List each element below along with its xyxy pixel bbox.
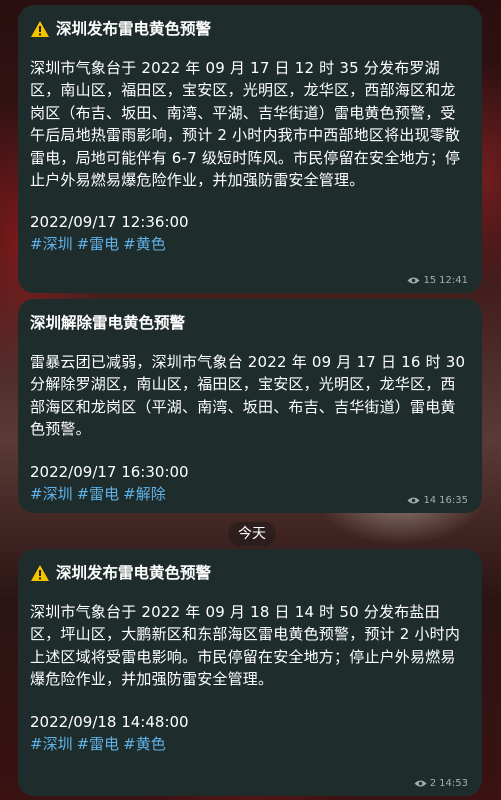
message-datetime: 2022/09/17 12:36:00: [30, 213, 189, 232]
hashtag-link[interactable]: #雷电: [77, 485, 120, 503]
message-body: 雷暴云团已减弱，深圳市气象台 2022 年 09 月 17 日 16 时 30 …: [30, 353, 466, 439]
message-tags: #深圳 #雷电 #黄色: [30, 733, 470, 755]
hashtag-link[interactable]: #黄色: [123, 735, 166, 753]
hashtag-link[interactable]: #黄色: [123, 235, 166, 253]
view-count: 15: [423, 275, 437, 286]
hashtag-link[interactable]: #解除: [123, 485, 166, 503]
message-body: 深圳市气象台于 2022 年 09 月 18 日 14 时 50 分发布盐田区，…: [30, 603, 461, 689]
message-title-3: 深圳发布雷电黄色预警: [30, 559, 470, 587]
hashtag-link[interactable]: #深圳: [30, 735, 73, 753]
message-title-text: 深圳解除雷电黄色预警: [30, 314, 186, 332]
message-meta: 15 12:41: [407, 275, 468, 286]
message-meta: 14 16:35: [407, 495, 468, 506]
message-time: 12:41: [439, 275, 468, 286]
eye-icon: [414, 780, 427, 787]
date-separator: 今天: [228, 522, 276, 546]
hashtag-link[interactable]: #雷电: [77, 235, 120, 253]
eye-icon: [407, 497, 420, 504]
message-meta: 2 14:53: [414, 778, 468, 789]
view-count: 14: [423, 495, 437, 506]
message-title-text: 深圳发布雷电黄色预警: [56, 564, 212, 582]
message-tags: #深圳 #雷电 #解除: [30, 483, 470, 505]
hashtag-link[interactable]: #雷电: [77, 735, 120, 753]
message-title-text: 深圳发布雷电黄色预警: [56, 20, 212, 38]
message-bubble-1[interactable]: 深圳发布雷电黄色预警 深圳市气象台于 2022 年 09 月 17 日 12 时…: [18, 5, 482, 293]
message-title-1: 深圳发布雷电黄色预警: [30, 15, 470, 43]
message-bubble-3[interactable]: 深圳发布雷电黄色预警 深圳市气象台于 2022 年 09 月 18 日 14 时…: [18, 549, 482, 796]
message-datetime: 2022/09/17 16:30:00: [30, 462, 189, 481]
message-title-2: 深圳解除雷电黄色预警: [30, 309, 470, 337]
eye-icon: [407, 277, 420, 284]
message-bubble-2[interactable]: 深圳解除雷电黄色预警 雷暴云团已减弱，深圳市气象台 2022 年 09 月 17…: [18, 299, 482, 513]
view-count: 2: [429, 778, 437, 789]
hashtag-link[interactable]: #深圳: [30, 485, 73, 503]
hashtag-link[interactable]: #深圳: [30, 235, 73, 253]
warning-icon: [31, 21, 49, 37]
message-tags: #深圳 #雷电 #黄色: [30, 233, 470, 255]
message-time: 16:35: [439, 495, 468, 506]
message-body: 深圳市气象台于 2022 年 09 月 17 日 12 时 35 分发布罗湖区，…: [30, 59, 461, 190]
message-datetime: 2022/09/18 14:48:00: [30, 712, 189, 731]
message-time: 14:53: [439, 778, 468, 789]
warning-icon: [31, 565, 49, 581]
